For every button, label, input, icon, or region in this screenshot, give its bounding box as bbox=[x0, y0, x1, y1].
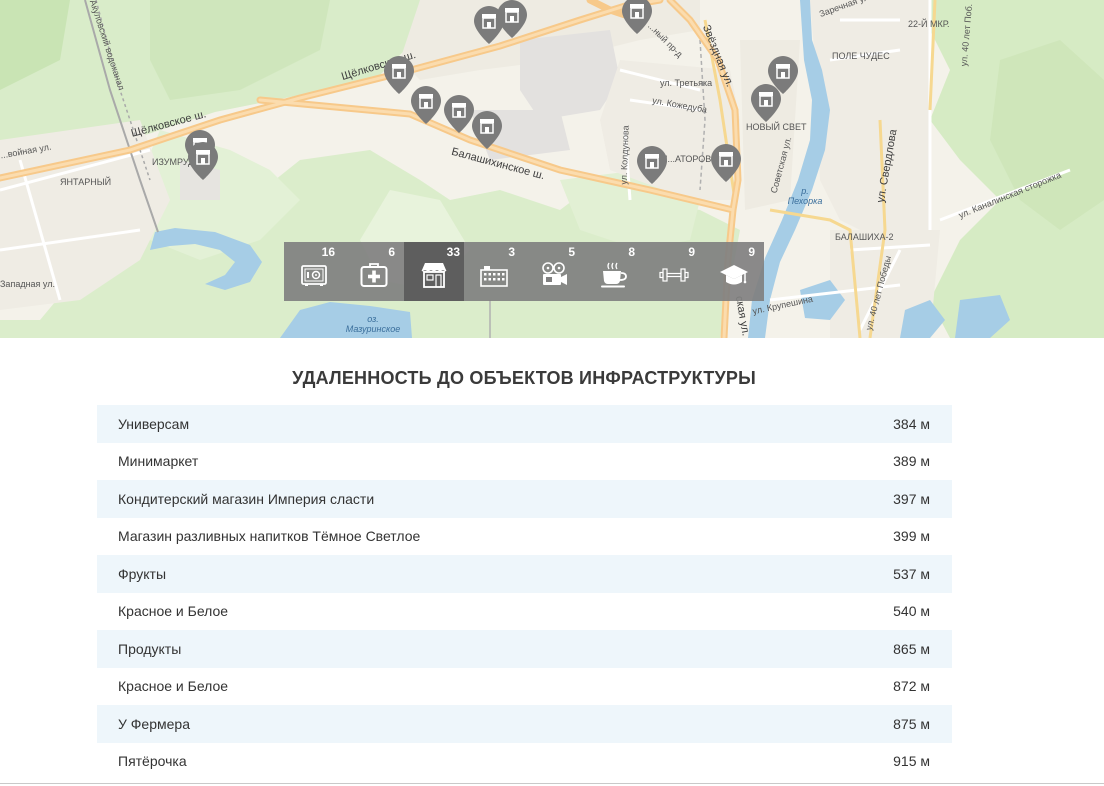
place-name: Продукты bbox=[118, 640, 182, 657]
place-name: Пятёрочка bbox=[118, 753, 187, 770]
shop-pin-icon[interactable] bbox=[188, 142, 218, 180]
category-count: 6 bbox=[388, 245, 395, 259]
shop-pin-icon[interactable] bbox=[711, 144, 741, 182]
section-title: УДАЛЕННОСТЬ ДО ОБЪЕКТОВ ИНФРАСТРУКТУРЫ bbox=[292, 368, 756, 388]
place-distance: 384 м bbox=[893, 415, 930, 432]
shop-icon bbox=[421, 262, 447, 288]
river-label: р. Пехорка bbox=[787, 186, 823, 206]
place-name: У Фермера bbox=[118, 715, 190, 732]
safe-icon bbox=[301, 264, 327, 286]
category-sport[interactable]: 9 bbox=[644, 242, 704, 301]
shop-pin-icon[interactable] bbox=[411, 86, 441, 124]
category-cafe[interactable]: 8 bbox=[584, 242, 644, 301]
coffee-cup-icon bbox=[601, 262, 627, 287]
shop-pin-icon[interactable] bbox=[384, 56, 414, 94]
infrastructure-map[interactable]: Щёлковское ш. Щёлковское ш. Балашихинско… bbox=[0, 0, 1104, 338]
film-camera-icon bbox=[542, 261, 567, 285]
category-count: 5 bbox=[568, 245, 575, 259]
district-label: ЯНТАРНЫЙ bbox=[60, 177, 112, 187]
divider bbox=[0, 783, 1104, 784]
distance-list: Универсам 384 м Минимаркет 389 м Кондите… bbox=[97, 405, 952, 780]
place-distance: 540 м bbox=[893, 603, 930, 620]
place-distance: 389 м bbox=[893, 453, 930, 470]
street-label: ул. Колдунова bbox=[618, 125, 631, 185]
category-count: 9 bbox=[748, 245, 755, 259]
place-name: Универсам bbox=[118, 415, 190, 432]
place-name: Магазин разливных напитков Тёмное Светло… bbox=[118, 528, 421, 545]
place-distance: 915 м bbox=[893, 753, 930, 770]
place-name: Минимаркет bbox=[118, 453, 199, 470]
category-count: 9 bbox=[688, 245, 695, 259]
category-count: 3 bbox=[508, 245, 515, 259]
category-cinema[interactable]: 5 bbox=[524, 242, 584, 301]
district-label: М...АТОРОВ bbox=[660, 154, 712, 164]
category-medicine[interactable]: 6 bbox=[344, 242, 404, 301]
table-row: Красное и Белое 872 м bbox=[97, 668, 952, 706]
place-distance: 399 м bbox=[893, 528, 930, 545]
district-label: 22-Й МКР. bbox=[908, 19, 950, 29]
table-row: Магазин разливных напитков Тёмное Светло… bbox=[97, 518, 952, 556]
place-distance: 872 м bbox=[893, 678, 930, 695]
shop-pin-icon[interactable] bbox=[637, 146, 667, 184]
category-count: 33 bbox=[446, 245, 460, 259]
place-name: Красное и Белое bbox=[118, 678, 229, 695]
table-row: Минимаркет 389 м bbox=[97, 443, 952, 481]
place-name: Кондитерский магазин Империя сласти bbox=[118, 490, 375, 507]
dumbbell-icon bbox=[659, 267, 689, 282]
place-distance: 397 м bbox=[893, 490, 930, 507]
table-row: Фрукты 537 м bbox=[97, 555, 952, 593]
place-name: Красное и Белое bbox=[118, 603, 229, 620]
shop-pin-icon[interactable] bbox=[497, 0, 527, 38]
graduation-cap-icon bbox=[720, 264, 748, 284]
street-label: ул. Третьяка bbox=[660, 78, 713, 88]
category-business[interactable]: 3 bbox=[464, 242, 524, 301]
table-row: Кондитерский магазин Империя сласти 397 … bbox=[97, 480, 952, 518]
category-education[interactable]: 9 bbox=[704, 242, 764, 301]
place-distance: 865 м bbox=[893, 640, 930, 657]
first-aid-kit-icon bbox=[360, 262, 388, 287]
shop-pin-icon[interactable] bbox=[444, 95, 474, 133]
shop-pin-icon[interactable] bbox=[768, 56, 798, 94]
category-filter-bar: 16 6 33 3 5 8 9 9 bbox=[284, 242, 764, 301]
place-distance: 537 м bbox=[893, 565, 930, 582]
category-count: 16 bbox=[321, 245, 335, 259]
category-shops[interactable]: 33 bbox=[404, 242, 464, 301]
district-label: ПОЛЕ ЧУДЕС bbox=[832, 51, 890, 61]
table-row: Продукты 865 м bbox=[97, 630, 952, 668]
district-label: НОВЫЙ СВЕТ bbox=[746, 122, 807, 132]
shop-pin-icon[interactable] bbox=[622, 0, 652, 34]
table-row: Пятёрочка 915 м bbox=[97, 743, 952, 781]
building-icon bbox=[480, 265, 508, 287]
table-row: У Фермера 875 м bbox=[97, 705, 952, 743]
street-label: Западная ул. bbox=[0, 279, 55, 289]
place-distance: 875 м bbox=[893, 715, 930, 732]
place-name: Фрукты bbox=[118, 565, 167, 582]
district-label: БАЛАШИХА-2 bbox=[835, 232, 894, 242]
shop-pin-icon[interactable] bbox=[472, 111, 502, 149]
table-row: Универсам 384 м bbox=[97, 405, 952, 443]
category-banks[interactable]: 16 bbox=[284, 242, 344, 301]
category-count: 8 bbox=[628, 245, 635, 259]
lake-label: оз. Мазуринское bbox=[345, 314, 401, 334]
table-row: Красное и Белое 540 м bbox=[97, 593, 952, 631]
